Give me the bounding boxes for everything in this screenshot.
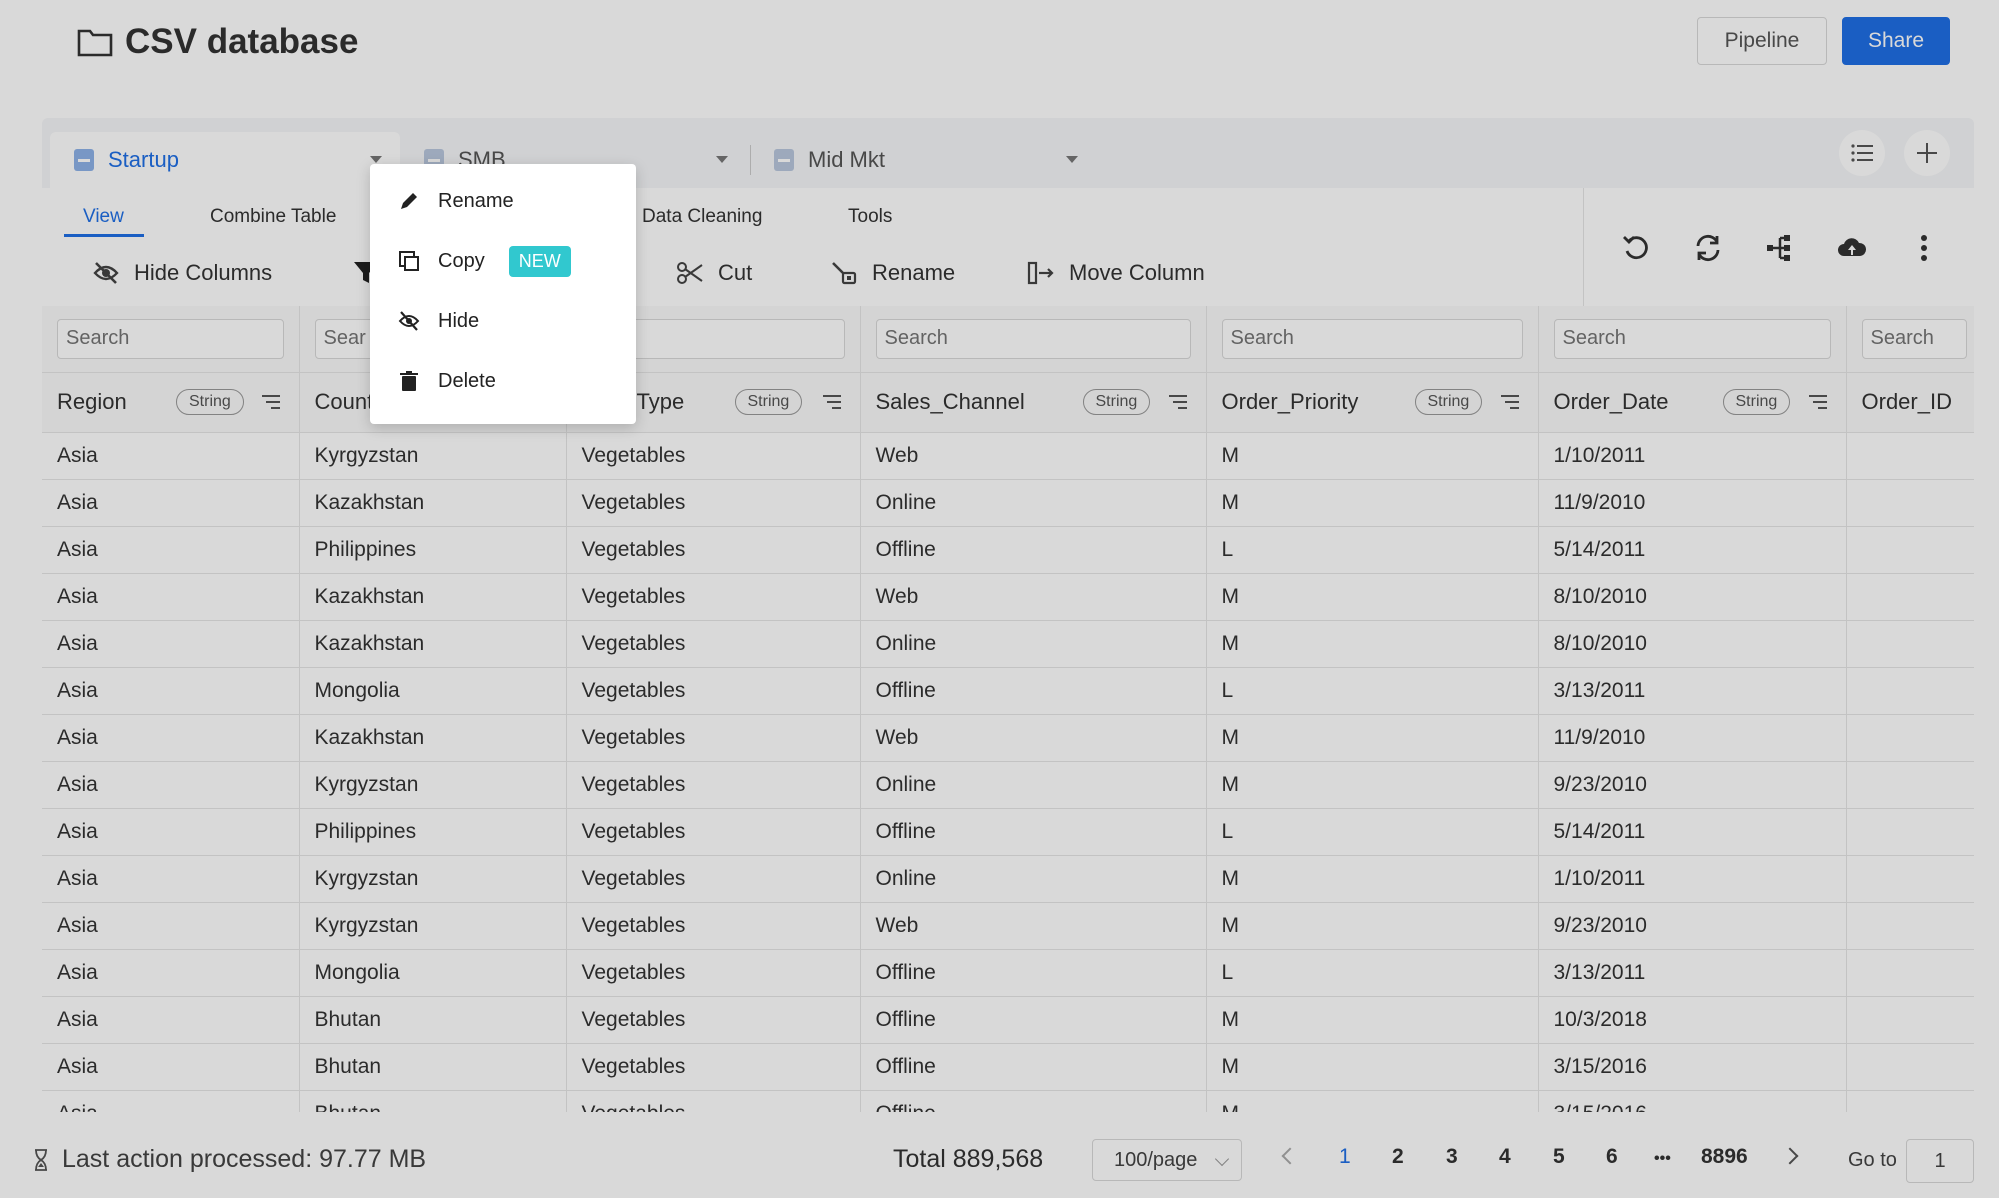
menu-item-copy[interactable]: Copy NEW xyxy=(398,245,571,277)
trash-icon xyxy=(400,371,418,391)
copy-icon xyxy=(399,251,419,271)
dim-overlay[interactable] xyxy=(0,0,1999,1198)
menu-item-label: Copy xyxy=(438,249,485,272)
pencil-icon xyxy=(401,193,417,209)
menu-item-rename[interactable]: Rename xyxy=(398,186,514,216)
menu-item-hide[interactable]: Hide xyxy=(398,306,479,336)
menu-item-label: Rename xyxy=(438,189,514,212)
menu-item-label: Hide xyxy=(438,309,480,332)
menu-item-label: Delete xyxy=(438,369,496,392)
eye-off-icon xyxy=(398,311,420,331)
menu-item-delete[interactable]: Delete xyxy=(398,366,496,396)
dataset-context-menu: Rename Copy NEW Hide Delete xyxy=(370,164,636,424)
new-badge: NEW xyxy=(508,245,571,277)
